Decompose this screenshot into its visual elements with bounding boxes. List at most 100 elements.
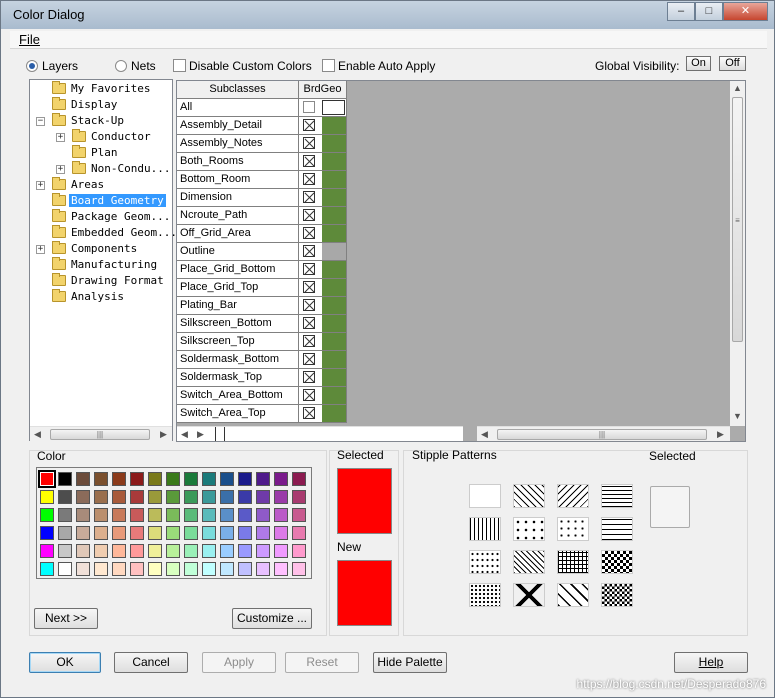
stipple-pattern-swatch[interactable]: [601, 550, 633, 574]
subclass-color-cell[interactable]: [322, 351, 346, 368]
visibility-checkbox[interactable]: [303, 227, 315, 239]
palette-swatch[interactable]: [202, 472, 216, 486]
stipple-pattern-swatch[interactable]: [557, 583, 589, 607]
visibility-checkbox[interactable]: [303, 209, 315, 221]
palette-swatch[interactable]: [94, 490, 108, 504]
subclass-color-cell[interactable]: [322, 405, 346, 422]
palette-swatch[interactable]: [184, 544, 198, 558]
visibility-checkbox[interactable]: [303, 335, 315, 347]
palette-swatch[interactable]: [202, 544, 216, 558]
palette-swatch[interactable]: [76, 490, 90, 504]
subclass-color-cell[interactable]: [322, 315, 346, 332]
stipple-pattern-swatch[interactable]: [601, 583, 633, 607]
palette-swatch[interactable]: [76, 526, 90, 540]
subclass-color-cell[interactable]: [322, 207, 346, 224]
palette-swatch[interactable]: [238, 562, 252, 576]
subclass-color-cell[interactable]: [322, 261, 346, 278]
palette-swatch[interactable]: [130, 508, 144, 522]
palette-swatch[interactable]: [40, 544, 54, 558]
palette-swatch[interactable]: [220, 544, 234, 558]
palette-swatch[interactable]: [112, 472, 126, 486]
palette-swatch[interactable]: [112, 490, 126, 504]
visibility-checkbox[interactable]: [303, 245, 315, 257]
visibility-checkbox[interactable]: [303, 353, 315, 365]
cancel-button[interactable]: Cancel: [114, 652, 188, 673]
subclass-color-cell[interactable]: [322, 117, 346, 134]
tree-item[interactable]: Package Geom...: [30, 209, 172, 225]
all-color-cell[interactable]: [322, 100, 345, 115]
palette-swatch[interactable]: [220, 490, 234, 504]
visibility-checkbox[interactable]: [303, 191, 315, 203]
minimize-button[interactable]: –: [667, 2, 695, 21]
subclasses-column-header[interactable]: Subclasses: [177, 81, 299, 99]
title-bar[interactable]: Color Dialog – □ ✕: [1, 1, 774, 29]
palette-swatch[interactable]: [94, 508, 108, 522]
global-visibility-on-button[interactable]: On: [686, 56, 711, 71]
column-splitter-handle[interactable]: [215, 427, 225, 441]
palette-swatch[interactable]: [256, 544, 270, 558]
palette-swatch[interactable]: [274, 544, 288, 558]
stipple-pattern-swatch[interactable]: [557, 484, 589, 508]
maximize-button[interactable]: □: [695, 2, 723, 21]
visibility-checkbox[interactable]: [303, 299, 315, 311]
palette-swatch[interactable]: [184, 508, 198, 522]
apply-button[interactable]: Apply: [202, 652, 276, 673]
subclass-color-cell[interactable]: [322, 279, 346, 296]
palette-swatch[interactable]: [202, 490, 216, 504]
expand-icon[interactable]: +: [36, 245, 45, 254]
stipple-pattern-swatch[interactable]: [557, 517, 589, 541]
scroll-right-icon[interactable]: ▶: [717, 429, 724, 440]
stipple-pattern-swatch[interactable]: [513, 484, 545, 508]
collapse-icon[interactable]: −: [36, 117, 45, 126]
close-button[interactable]: ✕: [723, 2, 768, 21]
palette-swatch[interactable]: [130, 526, 144, 540]
palette-swatch[interactable]: [58, 526, 72, 540]
palette-swatch[interactable]: [148, 490, 162, 504]
stipple-pattern-swatch[interactable]: [469, 550, 501, 574]
tree-item[interactable]: Board Geometry: [30, 193, 172, 209]
palette-swatch[interactable]: [184, 526, 198, 540]
palette-swatch[interactable]: [112, 508, 126, 522]
enable-auto-apply-checkbox[interactable]: [322, 59, 335, 72]
tree-item[interactable]: + Non-Condu...: [30, 161, 172, 177]
palette-swatch[interactable]: [220, 562, 234, 576]
palette-swatch[interactable]: [94, 562, 108, 576]
palette-swatch[interactable]: [292, 490, 306, 504]
all-visibility-checkbox[interactable]: [303, 101, 315, 113]
palette-swatch[interactable]: [112, 562, 126, 576]
palette-swatch[interactable]: [292, 472, 306, 486]
palette-swatch[interactable]: [130, 472, 144, 486]
scroll-left-icon[interactable]: ◀: [481, 429, 488, 440]
palette-swatch[interactable]: [40, 490, 54, 504]
visibility-checkbox[interactable]: [303, 119, 315, 131]
visibility-checkbox[interactable]: [303, 173, 315, 185]
grid-right-horizontal-scrollbar[interactable]: ◀ ||| ▶: [477, 426, 730, 441]
grid-vertical-scrollbar[interactable]: ▲ ≡ ▼: [730, 81, 745, 426]
visibility-checkbox[interactable]: [303, 281, 315, 293]
expand-icon[interactable]: +: [36, 181, 45, 190]
tree-item[interactable]: − Stack-Up: [30, 113, 172, 129]
subclass-color-cell[interactable]: [322, 171, 346, 188]
palette-swatch[interactable]: [238, 544, 252, 558]
palette-swatch[interactable]: [238, 508, 252, 522]
stipple-pattern-swatch[interactable]: [513, 517, 545, 541]
palette-swatch[interactable]: [256, 508, 270, 522]
palette-swatch[interactable]: [202, 526, 216, 540]
palette-swatch[interactable]: [166, 544, 180, 558]
palette-swatch[interactable]: [38, 470, 56, 488]
palette-swatch[interactable]: [184, 562, 198, 576]
visibility-checkbox[interactable]: [303, 317, 315, 329]
palette-swatch[interactable]: [148, 508, 162, 522]
palette-swatch[interactable]: [292, 526, 306, 540]
palette-swatch[interactable]: [220, 526, 234, 540]
scroll-up-icon[interactable]: ▲: [733, 83, 742, 93]
tree-item[interactable]: My Favorites: [30, 81, 172, 97]
expand-icon[interactable]: +: [56, 165, 65, 174]
stipple-pattern-swatch[interactable]: [601, 484, 633, 508]
palette-swatch[interactable]: [112, 526, 126, 540]
tree-item[interactable]: Analysis: [30, 289, 172, 305]
palette-swatch[interactable]: [76, 562, 90, 576]
palette-swatch[interactable]: [256, 490, 270, 504]
palette-swatch[interactable]: [220, 472, 234, 486]
palette-swatch[interactable]: [148, 562, 162, 576]
